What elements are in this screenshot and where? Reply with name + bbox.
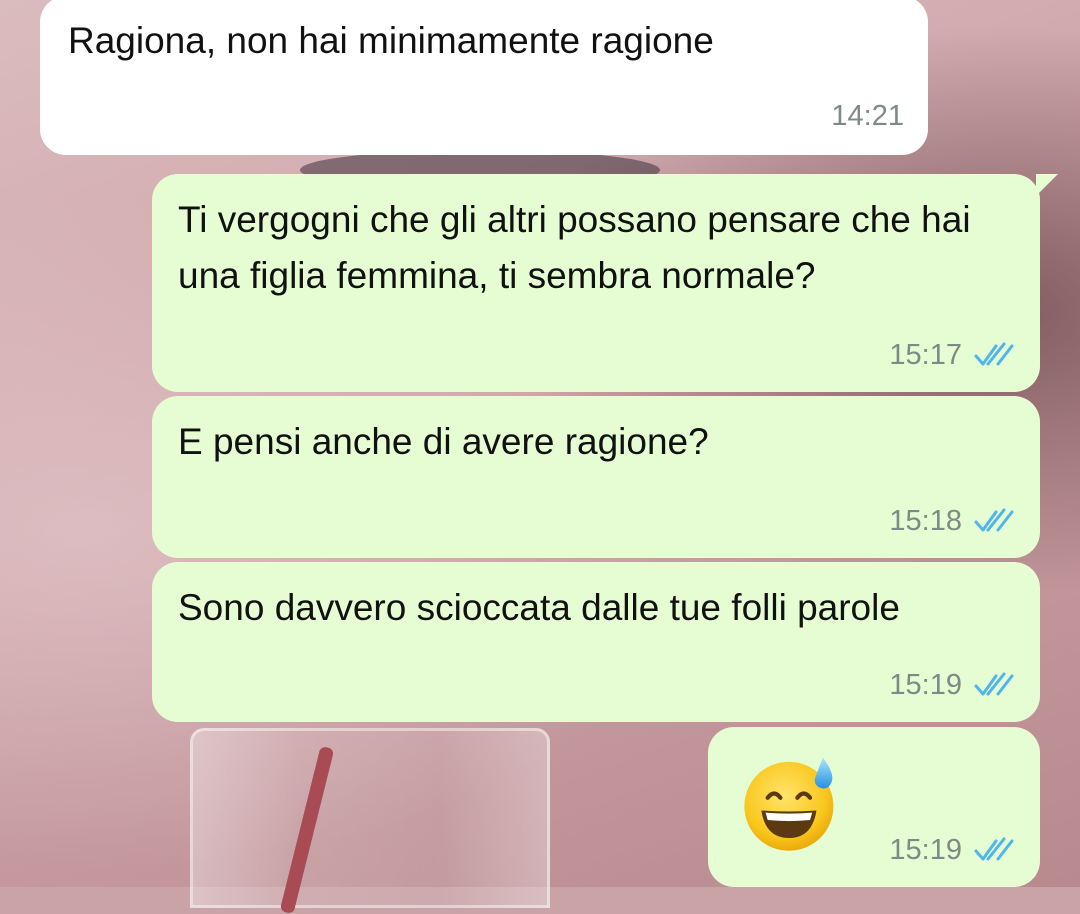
message-meta: 15:19 — [889, 668, 1014, 702]
message-meta: 15:17 — [889, 338, 1014, 372]
double-check-icon — [974, 837, 1014, 861]
message-text: Sono davvero scioccata dalle tue folli p… — [178, 587, 900, 628]
message-text: E pensi anche di avere ragione? — [178, 421, 709, 462]
message-time: 15:17 — [889, 339, 962, 371]
message-bubble-outgoing[interactable]: Ti vergogni che gli altri possano pensar… — [152, 174, 1058, 392]
wallpaper-glass — [190, 728, 550, 908]
double-check-icon — [974, 342, 1014, 366]
message-time: 15:19 — [889, 834, 962, 866]
grinning-sweat-emoji — [744, 757, 834, 851]
double-check-icon — [974, 672, 1014, 696]
message-meta: 15:18 — [889, 504, 1014, 538]
message-time: 15:18 — [889, 505, 962, 537]
message-meta: 14:21 — [831, 99, 904, 133]
message-bubble-outgoing[interactable]: Sono davvero scioccata dalle tue folli p… — [152, 562, 1040, 722]
message-bubble-outgoing[interactable]: 15:19 — [708, 727, 1040, 887]
message-time: 15:19 — [889, 669, 962, 701]
double-check-icon — [974, 508, 1014, 532]
message-meta: 15:19 — [889, 833, 1014, 867]
message-bubble-outgoing[interactable]: E pensi anche di avere ragione? 15:18 — [152, 396, 1040, 558]
bubble-tail — [1036, 174, 1058, 196]
message-bubble-incoming[interactable]: Ragiona, non hai minimamente ragione 14:… — [40, 0, 928, 155]
message-text: Ti vergogni che gli altri possano pensar… — [178, 199, 971, 296]
message-text: Ragiona, non hai minimamente ragione — [68, 20, 714, 61]
message-time: 14:21 — [831, 100, 904, 132]
